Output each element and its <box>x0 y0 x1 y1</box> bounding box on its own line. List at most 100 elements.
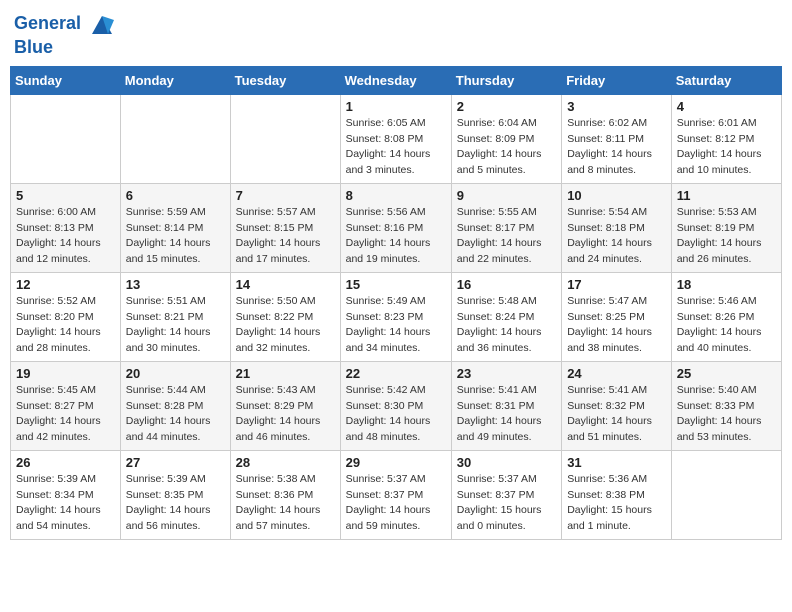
calendar-cell: 10 Sunrise: 5:54 AMSunset: 8:18 PMDayligh… <box>562 183 672 272</box>
day-number: 24 <box>567 366 666 381</box>
day-info: Sunrise: 5:37 AMSunset: 8:37 PMDaylight:… <box>346 472 446 535</box>
day-number: 21 <box>236 366 335 381</box>
day-info: Sunrise: 5:59 AMSunset: 8:14 PMDaylight:… <box>126 205 225 268</box>
calendar-cell <box>11 94 121 183</box>
day-info: Sunrise: 5:41 AMSunset: 8:32 PMDaylight:… <box>567 383 666 446</box>
day-number: 11 <box>677 188 776 203</box>
day-number: 3 <box>567 99 666 114</box>
day-number: 14 <box>236 277 335 292</box>
day-info: Sunrise: 5:44 AMSunset: 8:28 PMDaylight:… <box>126 383 225 446</box>
calendar-cell <box>230 94 340 183</box>
calendar-cell: 7 Sunrise: 5:57 AMSunset: 8:15 PMDaylight… <box>230 183 340 272</box>
day-number: 7 <box>236 188 335 203</box>
day-of-week-header: Monday <box>120 66 230 94</box>
calendar-cell: 3 Sunrise: 6:02 AMSunset: 8:11 PMDaylight… <box>562 94 672 183</box>
day-of-week-header: Saturday <box>671 66 781 94</box>
calendar-cell: 30 Sunrise: 5:37 AMSunset: 8:37 PMDayligh… <box>451 450 561 539</box>
day-info: Sunrise: 5:49 AMSunset: 8:23 PMDaylight:… <box>346 294 446 357</box>
day-info: Sunrise: 5:54 AMSunset: 8:18 PMDaylight:… <box>567 205 666 268</box>
day-of-week-header: Wednesday <box>340 66 451 94</box>
day-info: Sunrise: 5:37 AMSunset: 8:37 PMDaylight:… <box>457 472 556 535</box>
day-info: Sunrise: 5:57 AMSunset: 8:15 PMDaylight:… <box>236 205 335 268</box>
calendar-cell: 2Sunrise: 6:04 AMSunset: 8:09 PMDaylight… <box>451 94 561 183</box>
day-number: 10 <box>567 188 666 203</box>
day-info: Sunrise: 6:01 AMSunset: 8:12 PMDaylight:… <box>677 116 776 179</box>
day-info: Sunrise: 5:50 AMSunset: 8:22 PMDaylight:… <box>236 294 335 357</box>
day-info: Sunrise: 5:51 AMSunset: 8:21 PMDaylight:… <box>126 294 225 357</box>
day-info: Sunrise: 5:46 AMSunset: 8:26 PMDaylight:… <box>677 294 776 357</box>
day-info: Sunrise: 5:43 AMSunset: 8:29 PMDaylight:… <box>236 383 335 446</box>
day-number: 20 <box>126 366 225 381</box>
day-number: 8 <box>346 188 446 203</box>
day-of-week-header: Tuesday <box>230 66 340 94</box>
calendar-cell: 28 Sunrise: 5:38 AMSunset: 8:36 PMDayligh… <box>230 450 340 539</box>
day-of-week-header: Thursday <box>451 66 561 94</box>
day-number: 31 <box>567 455 666 470</box>
calendar-cell: 1 Sunrise: 6:05 AMSunset: 8:08 PMDaylight… <box>340 94 451 183</box>
day-info: Sunrise: 5:38 AMSunset: 8:36 PMDaylight:… <box>236 472 335 535</box>
calendar-cell: 16Sunrise: 5:48 AMSunset: 8:24 PMDayligh… <box>451 272 561 361</box>
day-info: Sunrise: 5:36 AMSunset: 8:38 PMDaylight:… <box>567 472 666 535</box>
day-number: 26 <box>16 455 115 470</box>
calendar-cell <box>120 94 230 183</box>
calendar-cell: 9 Sunrise: 5:55 AMSunset: 8:17 PMDaylight… <box>451 183 561 272</box>
calendar-cell: 25Sunrise: 5:40 AMSunset: 8:33 PMDayligh… <box>671 361 781 450</box>
logo: General Blue <box>14 10 116 58</box>
calendar-cell: 17 Sunrise: 5:47 AMSunset: 8:25 PMDayligh… <box>562 272 672 361</box>
day-info: Sunrise: 6:00 AMSunset: 8:13 PMDaylight:… <box>16 205 115 268</box>
day-info: Sunrise: 5:42 AMSunset: 8:30 PMDaylight:… <box>346 383 446 446</box>
day-number: 27 <box>126 455 225 470</box>
calendar-cell: 21 Sunrise: 5:43 AMSunset: 8:29 PMDayligh… <box>230 361 340 450</box>
calendar-cell: 8 Sunrise: 5:56 AMSunset: 8:16 PMDaylight… <box>340 183 451 272</box>
day-info: Sunrise: 5:53 AMSunset: 8:19 PMDaylight:… <box>677 205 776 268</box>
day-number: 28 <box>236 455 335 470</box>
calendar-cell: 26 Sunrise: 5:39 AMSunset: 8:34 PMDayligh… <box>11 450 121 539</box>
day-number: 5 <box>16 188 115 203</box>
calendar-cell: 15Sunrise: 5:49 AMSunset: 8:23 PMDayligh… <box>340 272 451 361</box>
calendar-cell: 11 Sunrise: 5:53 AMSunset: 8:19 PMDayligh… <box>671 183 781 272</box>
day-info: Sunrise: 5:45 AMSunset: 8:27 PMDaylight:… <box>16 383 115 446</box>
calendar-cell: 22 Sunrise: 5:42 AMSunset: 8:30 PMDayligh… <box>340 361 451 450</box>
day-info: Sunrise: 6:04 AMSunset: 8:09 PMDaylight:… <box>457 116 556 179</box>
day-number: 30 <box>457 455 556 470</box>
day-info: Sunrise: 5:52 AMSunset: 8:20 PMDaylight:… <box>16 294 115 357</box>
day-info: Sunrise: 5:40 AMSunset: 8:33 PMDaylight:… <box>677 383 776 446</box>
day-number: 17 <box>567 277 666 292</box>
day-info: Sunrise: 6:05 AMSunset: 8:08 PMDaylight:… <box>346 116 446 179</box>
calendar-cell: 6 Sunrise: 5:59 AMSunset: 8:14 PMDaylight… <box>120 183 230 272</box>
calendar-cell: 18 Sunrise: 5:46 AMSunset: 8:26 PMDayligh… <box>671 272 781 361</box>
day-info: Sunrise: 5:39 AMSunset: 8:35 PMDaylight:… <box>126 472 225 535</box>
day-number: 1 <box>346 99 446 114</box>
calendar-cell: 29 Sunrise: 5:37 AMSunset: 8:37 PMDayligh… <box>340 450 451 539</box>
day-info: Sunrise: 6:02 AMSunset: 8:11 PMDaylight:… <box>567 116 666 179</box>
day-number: 18 <box>677 277 776 292</box>
logo-text: General <box>14 10 116 38</box>
calendar-cell <box>671 450 781 539</box>
calendar-cell: 12 Sunrise: 5:52 AMSunset: 8:20 PMDayligh… <box>11 272 121 361</box>
calendar-cell: 14 Sunrise: 5:50 AMSunset: 8:22 PMDayligh… <box>230 272 340 361</box>
day-number: 4 <box>677 99 776 114</box>
day-number: 19 <box>16 366 115 381</box>
calendar-cell: 4 Sunrise: 6:01 AMSunset: 8:12 PMDaylight… <box>671 94 781 183</box>
page-header: General Blue <box>10 10 782 58</box>
calendar-cell: 5 Sunrise: 6:00 AMSunset: 8:13 PMDaylight… <box>11 183 121 272</box>
calendar-cell: 31 Sunrise: 5:36 AMSunset: 8:38 PMDayligh… <box>562 450 672 539</box>
day-number: 23 <box>457 366 556 381</box>
day-number: 16 <box>457 277 556 292</box>
day-number: 12 <box>16 277 115 292</box>
day-number: 9 <box>457 188 556 203</box>
day-info: Sunrise: 5:39 AMSunset: 8:34 PMDaylight:… <box>16 472 115 535</box>
day-number: 22 <box>346 366 446 381</box>
calendar-cell: 24 Sunrise: 5:41 AMSunset: 8:32 PMDayligh… <box>562 361 672 450</box>
day-number: 13 <box>126 277 225 292</box>
day-of-week-header: Sunday <box>11 66 121 94</box>
day-info: Sunrise: 5:55 AMSunset: 8:17 PMDaylight:… <box>457 205 556 268</box>
calendar-cell: 27 Sunrise: 5:39 AMSunset: 8:35 PMDayligh… <box>120 450 230 539</box>
calendar-cell: 19 Sunrise: 5:45 AMSunset: 8:27 PMDayligh… <box>11 361 121 450</box>
day-info: Sunrise: 5:41 AMSunset: 8:31 PMDaylight:… <box>457 383 556 446</box>
day-info: Sunrise: 5:47 AMSunset: 8:25 PMDaylight:… <box>567 294 666 357</box>
day-number: 29 <box>346 455 446 470</box>
day-number: 6 <box>126 188 225 203</box>
day-info: Sunrise: 5:56 AMSunset: 8:16 PMDaylight:… <box>346 205 446 268</box>
logo-line2: Blue <box>14 38 116 58</box>
